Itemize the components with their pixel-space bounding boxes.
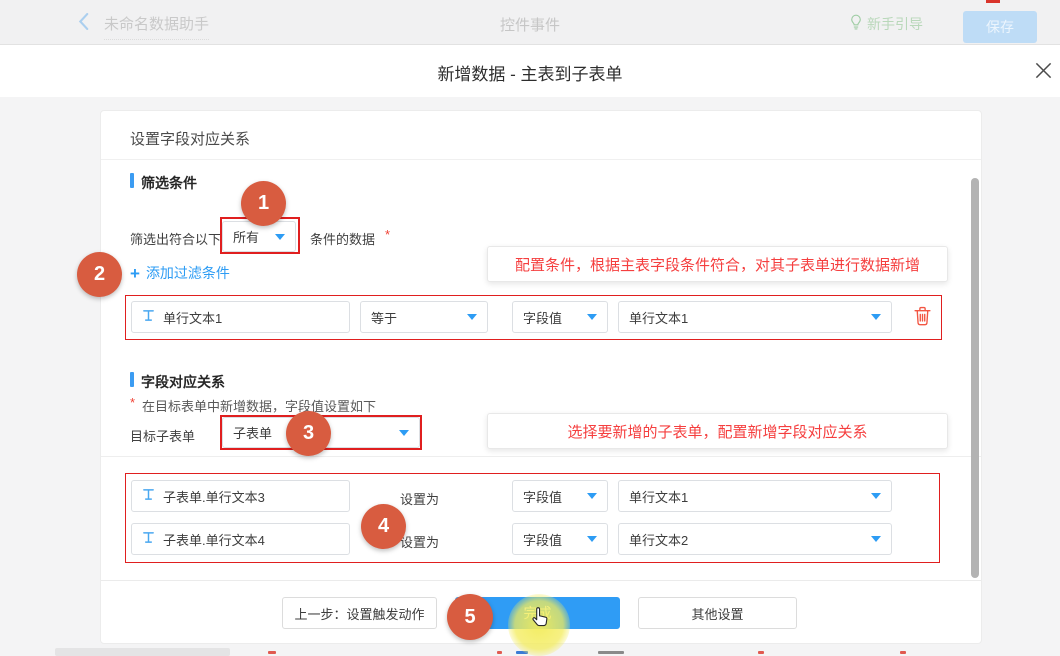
required-mark: * xyxy=(130,395,135,410)
mapping-value: 单行文本2 xyxy=(629,530,688,549)
card-title: 设置字段对应关系 xyxy=(130,128,250,149)
beginner-guide-button[interactable]: 新手引导 xyxy=(850,14,923,34)
divider xyxy=(101,580,981,581)
mapping-value-type-select[interactable]: 字段值 xyxy=(512,523,608,555)
condition-value: 单行文本1 xyxy=(629,308,688,327)
value-type-select[interactable]: 字段值 xyxy=(512,301,608,333)
close-icon xyxy=(1034,68,1053,83)
step-badge-4: 4 xyxy=(361,504,406,549)
filter-section-heading: 筛选条件 xyxy=(141,173,197,193)
guide-label: 新手引导 xyxy=(867,14,923,34)
mapping-field-label: 子表单.单行文本4 xyxy=(163,530,265,549)
chevron-down-icon xyxy=(587,536,597,542)
operator-select[interactable]: 等于 xyxy=(360,301,488,333)
mapping-value-type: 字段值 xyxy=(523,487,562,506)
mapping-value-type: 字段值 xyxy=(523,530,562,549)
top-bar: 未命名数据助手 控件事件 新手引导 保存 xyxy=(0,0,1060,45)
condition-value-select[interactable]: 单行文本1 xyxy=(618,301,892,333)
chevron-down-icon xyxy=(871,536,881,542)
modal-title: 新增数据 - 主表到子表单 xyxy=(0,60,1060,85)
mapping-subtitle: 在目标表单中新增数据，字段值设置如下 xyxy=(142,396,376,415)
step-badge-3: 3 xyxy=(286,411,331,456)
scrollbar-thumb[interactable] xyxy=(971,178,979,578)
mapping-field-label: 子表单.单行文本3 xyxy=(163,487,265,506)
mapping-value: 单行文本1 xyxy=(629,487,688,506)
chevron-down-icon xyxy=(587,314,597,320)
chevron-down-icon xyxy=(399,430,409,436)
text-field-icon xyxy=(142,488,155,504)
operator-value: 等于 xyxy=(371,308,397,327)
mapping-value-type-select[interactable]: 字段值 xyxy=(512,480,608,512)
trash-icon xyxy=(914,314,931,329)
close-button[interactable] xyxy=(1034,61,1053,83)
step-badge-5: 5 xyxy=(447,594,493,640)
mapping-field-box[interactable]: 子表单.单行文本4 xyxy=(131,523,350,555)
chevron-down-icon xyxy=(871,493,881,499)
step-badge-2: 2 xyxy=(77,252,122,297)
divider xyxy=(101,456,981,457)
chevron-down-icon xyxy=(467,314,477,320)
filter-tooltip: 配置条件，根据主表字段条件符合，对其子表单进行数据新增 xyxy=(487,246,948,282)
mapping-field-box[interactable]: 子表单.单行文本3 xyxy=(131,480,350,512)
set-to-label: 设置为 xyxy=(400,532,439,551)
delete-condition-button[interactable] xyxy=(914,306,931,329)
divider xyxy=(101,159,981,160)
value-type-value: 字段值 xyxy=(523,308,562,327)
page-fragment-dash xyxy=(758,651,764,654)
target-subform-label: 目标子表单 xyxy=(130,426,195,445)
hand-cursor-icon xyxy=(531,606,550,633)
plus-icon: + xyxy=(130,265,140,282)
filter-sentence-prefix: 筛选出符合以下 xyxy=(130,229,221,248)
prev-step-button[interactable]: 上一步：设置触发动作 xyxy=(282,597,437,629)
text-field-icon xyxy=(142,531,155,547)
chevron-down-icon xyxy=(871,314,881,320)
settings-card xyxy=(100,110,982,644)
filter-sentence-suffix: 条件的数据 xyxy=(310,229,375,248)
condition-field-box[interactable]: 单行文本1 xyxy=(131,301,350,333)
page-fragment-dash xyxy=(497,651,502,654)
mapping-section-heading: 字段对应关系 xyxy=(141,372,225,392)
page-fragment-mark xyxy=(986,0,1000,3)
page-fragment-dash xyxy=(268,651,276,654)
set-to-label: 设置为 xyxy=(400,489,439,508)
mapping-value-select[interactable]: 单行文本2 xyxy=(618,523,892,555)
section-accent-bar xyxy=(130,372,134,387)
page-fragment-block xyxy=(55,648,230,656)
app-root: 未命名数据助手 控件事件 新手引导 保存 新增数据 - 主表到子表单 设置字段对… xyxy=(0,0,1060,656)
required-mark: * xyxy=(385,227,390,242)
add-filter-condition-link[interactable]: + 添加过滤条件 xyxy=(130,263,230,283)
match-mode-value: 所有 xyxy=(233,227,259,246)
lightbulb-icon xyxy=(850,14,862,34)
page-fragment-dash xyxy=(598,651,624,654)
chevron-down-icon xyxy=(587,493,597,499)
mapping-value-select[interactable]: 单行文本1 xyxy=(618,480,892,512)
mapping-tooltip: 选择要新增的子表单，配置新增字段对应关系 xyxy=(487,413,948,449)
section-accent-bar xyxy=(130,173,134,188)
other-settings-button[interactable]: 其他设置 xyxy=(638,597,797,629)
step-badge-1: 1 xyxy=(241,181,286,226)
condition-field-label: 单行文本1 xyxy=(163,308,222,327)
page-fragment-dash xyxy=(900,651,906,654)
save-button[interactable]: 保存 xyxy=(963,11,1037,43)
target-subform-value: 子表单 xyxy=(233,423,272,442)
add-filter-label: 添加过滤条件 xyxy=(146,263,230,283)
chevron-down-icon xyxy=(275,234,285,240)
text-field-icon xyxy=(142,309,155,325)
modal-header: 新增数据 - 主表到子表单 xyxy=(0,45,1060,97)
